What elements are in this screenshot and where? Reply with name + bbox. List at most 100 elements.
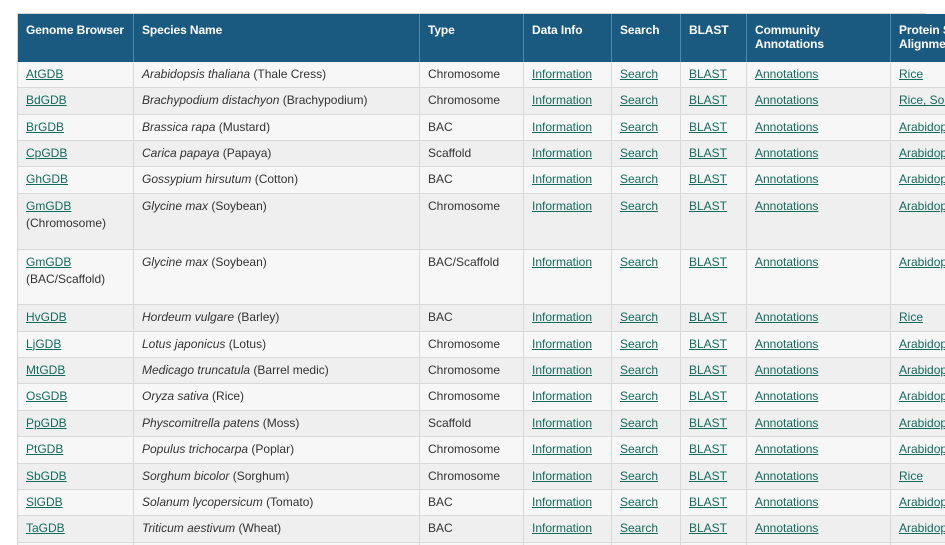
genome-browser-link[interactable]: LjGDB bbox=[26, 337, 61, 351]
information-link[interactable]: Information bbox=[532, 389, 592, 403]
information-link[interactable]: Information bbox=[532, 67, 592, 81]
annotations-cell: Annotations bbox=[746, 87, 891, 115]
search-link[interactable]: Search bbox=[620, 469, 658, 483]
annotations-link[interactable]: Annotations bbox=[755, 416, 818, 430]
blast-link[interactable]: BLAST bbox=[689, 337, 727, 351]
protein-alignments-link[interactable]: Rice bbox=[899, 67, 923, 81]
genome-browser-link[interactable]: MtGDB bbox=[26, 363, 65, 377]
protein-alignments-link[interactable]: Rice bbox=[899, 469, 923, 483]
protein-alignments-link[interactable]: Arabidopsis bbox=[899, 442, 945, 456]
search-link[interactable]: Search bbox=[620, 416, 658, 430]
genome-browser-link[interactable]: CpGDB bbox=[26, 146, 67, 160]
genome-browser-link[interactable]: OsGDB bbox=[26, 389, 67, 403]
annotations-link[interactable]: Annotations bbox=[755, 255, 818, 269]
information-link[interactable]: Information bbox=[532, 469, 592, 483]
species-common-name: (Wheat) bbox=[238, 521, 282, 536]
blast-link[interactable]: BLAST bbox=[689, 521, 727, 535]
annotations-link[interactable]: Annotations bbox=[755, 120, 818, 134]
annotations-link[interactable]: Annotations bbox=[755, 146, 818, 160]
protein-alignments-link[interactable]: Arabidopsis, Medicago bbox=[899, 199, 945, 213]
information-link[interactable]: Information bbox=[532, 310, 592, 324]
annotations-link[interactable]: Annotations bbox=[755, 495, 818, 509]
protein-alignments-link[interactable]: Rice, Sorghum bbox=[899, 93, 945, 107]
information-link[interactable]: Information bbox=[532, 495, 592, 509]
blast-link[interactable]: BLAST bbox=[689, 469, 727, 483]
information-link[interactable]: Information bbox=[532, 255, 592, 269]
protein-alignments-link[interactable]: Arabidopsis bbox=[899, 389, 945, 403]
protein-alignments-link[interactable]: Arabidopsis bbox=[899, 337, 945, 351]
information-link[interactable]: Information bbox=[532, 120, 592, 134]
protein-alignments-link[interactable]: Arabidopsis, Medicago bbox=[899, 255, 945, 269]
annotations-link[interactable]: Annotations bbox=[755, 310, 818, 324]
blast-link[interactable]: BLAST bbox=[689, 389, 727, 403]
table-row: BrGDB Brassica rapa (Mustard) BAC Informati… bbox=[18, 114, 945, 141]
blast-link[interactable]: BLAST bbox=[689, 146, 727, 160]
search-link[interactable]: Search bbox=[620, 363, 658, 377]
annotations-link[interactable]: Annotations bbox=[755, 442, 818, 456]
genome-browser-link[interactable]: GmGDB bbox=[26, 199, 71, 213]
information-link[interactable]: Information bbox=[532, 146, 592, 160]
search-cell: Search bbox=[611, 193, 681, 250]
blast-link[interactable]: BLAST bbox=[689, 442, 727, 456]
genome-browser-link[interactable]: SbGDB bbox=[26, 469, 67, 483]
annotations-link[interactable]: Annotations bbox=[755, 363, 818, 377]
annotations-link[interactable]: Annotations bbox=[755, 93, 818, 107]
search-link[interactable]: Search bbox=[620, 93, 658, 107]
information-link[interactable]: Information bbox=[532, 363, 592, 377]
protein-alignments-link[interactable]: Arabidopsis bbox=[899, 146, 945, 160]
genome-browser-link[interactable]: GmGDB bbox=[26, 255, 71, 269]
blast-link[interactable]: BLAST bbox=[689, 310, 727, 324]
search-link[interactable]: Search bbox=[620, 521, 658, 535]
genome-browser-link[interactable]: SlGDB bbox=[26, 495, 63, 509]
genome-browser-link[interactable]: TaGDB bbox=[26, 521, 65, 535]
search-link[interactable]: Search bbox=[620, 442, 658, 456]
information-link[interactable]: Information bbox=[532, 442, 592, 456]
blast-link[interactable]: BLAST bbox=[689, 255, 727, 269]
annotations-link[interactable]: Annotations bbox=[755, 469, 818, 483]
search-link[interactable]: Search bbox=[620, 310, 658, 324]
protein-alignments-link[interactable]: Arabidopsis bbox=[899, 172, 945, 186]
protein-alignments-link[interactable]: Arabidopsis bbox=[899, 363, 945, 377]
information-link[interactable]: Information bbox=[532, 172, 592, 186]
blast-link[interactable]: BLAST bbox=[689, 199, 727, 213]
information-link[interactable]: Information bbox=[532, 93, 592, 107]
information-link[interactable]: Information bbox=[532, 416, 592, 430]
information-link[interactable]: Information bbox=[532, 199, 592, 213]
genome-browser-link[interactable]: BrGDB bbox=[26, 120, 64, 134]
search-link[interactable]: Search bbox=[620, 337, 658, 351]
search-link[interactable]: Search bbox=[620, 146, 658, 160]
protein-alignments-link[interactable]: Arabidopsis bbox=[899, 521, 945, 535]
annotations-link[interactable]: Annotations bbox=[755, 389, 818, 403]
search-link[interactable]: Search bbox=[620, 199, 658, 213]
genome-browser-link[interactable]: PtGDB bbox=[26, 442, 63, 456]
annotations-link[interactable]: Annotations bbox=[755, 172, 818, 186]
blast-link[interactable]: BLAST bbox=[689, 172, 727, 186]
annotations-link[interactable]: Annotations bbox=[755, 199, 818, 213]
protein-alignments-link[interactable]: Arabidopsis, Rice bbox=[899, 416, 945, 430]
protein-alignments-link[interactable]: Rice bbox=[899, 310, 923, 324]
information-link[interactable]: Information bbox=[532, 521, 592, 535]
annotations-link[interactable]: Annotations bbox=[755, 67, 818, 81]
information-link[interactable]: Information bbox=[532, 337, 592, 351]
annotations-link[interactable]: Annotations bbox=[755, 337, 818, 351]
blast-link[interactable]: BLAST bbox=[689, 495, 727, 509]
genome-browser-link[interactable]: PpGDB bbox=[26, 416, 67, 430]
blast-link[interactable]: BLAST bbox=[689, 363, 727, 377]
blast-link[interactable]: BLAST bbox=[689, 416, 727, 430]
genome-browser-link[interactable]: BdGDB bbox=[26, 93, 67, 107]
blast-link[interactable]: BLAST bbox=[689, 120, 727, 134]
blast-link[interactable]: BLAST bbox=[689, 93, 727, 107]
annotations-link[interactable]: Annotations bbox=[755, 521, 818, 535]
search-link[interactable]: Search bbox=[620, 172, 658, 186]
protein-alignments-link[interactable]: Arabidopsis bbox=[899, 495, 945, 509]
search-link[interactable]: Search bbox=[620, 255, 658, 269]
genome-browser-link[interactable]: AtGDB bbox=[26, 67, 63, 81]
protein-alignments-link[interactable]: Arabidopsis bbox=[899, 120, 945, 134]
blast-link[interactable]: BLAST bbox=[689, 67, 727, 81]
search-link[interactable]: Search bbox=[620, 389, 658, 403]
search-link[interactable]: Search bbox=[620, 495, 658, 509]
genome-browser-link[interactable]: GhGDB bbox=[26, 172, 68, 186]
search-link[interactable]: Search bbox=[620, 67, 658, 81]
genome-browser-link[interactable]: HvGDB bbox=[26, 310, 67, 324]
search-link[interactable]: Search bbox=[620, 120, 658, 134]
